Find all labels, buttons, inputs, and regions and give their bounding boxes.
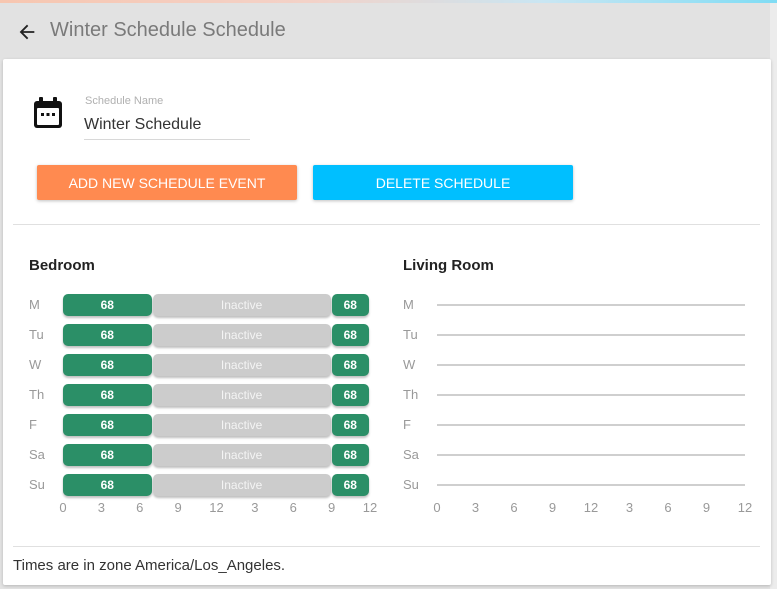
schedule-event-active[interactable]: 68 <box>331 474 369 496</box>
schedule-event-active[interactable]: 68 <box>63 294 152 316</box>
schedule-name-label: Schedule Name <box>85 95 164 107</box>
empty-day-track <box>437 454 745 456</box>
schedule-event-inactive[interactable]: Inactive <box>152 414 331 436</box>
axis-tick-label: 3 <box>251 500 259 515</box>
schedule-event-active[interactable]: 68 <box>63 384 152 406</box>
empty-day-track <box>437 364 745 366</box>
empty-day-track <box>437 424 745 426</box>
schedule-event-active[interactable]: 68 <box>331 294 369 316</box>
timezone-note: Times are in zone America/Los_Angeles. <box>13 557 286 574</box>
schedule-event-inactive[interactable]: Inactive <box>152 354 331 376</box>
day-label: Sa <box>29 447 45 462</box>
schedule-event-active[interactable]: 68 <box>63 474 152 496</box>
day-label: Sa <box>403 447 419 462</box>
delete-schedule-button[interactable]: DELETE SCHEDULE <box>313 165 573 200</box>
day-label: W <box>29 357 42 372</box>
axis-tick-label: 12 <box>737 500 753 515</box>
schedule-event-active[interactable]: 68 <box>331 354 369 376</box>
schedule-event-active[interactable]: 68 <box>331 444 369 466</box>
schedule-event-inactive[interactable]: Inactive <box>152 444 331 466</box>
empty-day-track <box>437 394 745 396</box>
day-label: F <box>29 417 37 432</box>
axis-tick-label: 9 <box>548 500 557 515</box>
room-title: Living Room <box>403 257 494 274</box>
axis-tick-label: 3 <box>471 500 480 515</box>
schedule-event-inactive[interactable]: Inactive <box>152 294 331 316</box>
axis-tick-label: 6 <box>664 500 672 515</box>
arrow-left-icon[interactable] <box>16 21 38 43</box>
empty-day-track <box>437 304 745 306</box>
room-title: Bedroom <box>29 257 95 274</box>
axis-tick-label: 0 <box>59 500 67 515</box>
empty-day-track <box>437 484 745 486</box>
schedule-event-active[interactable]: 68 <box>63 444 152 466</box>
day-label: M <box>403 297 414 312</box>
day-label: F <box>403 417 411 432</box>
axis-tick-label: 9 <box>328 500 336 515</box>
axis-tick-label: 9 <box>702 500 711 515</box>
divider <box>13 224 760 225</box>
schedule-event-inactive[interactable]: Inactive <box>152 474 331 496</box>
axis-tick-label: 9 <box>174 500 182 515</box>
schedule-name-input[interactable]: Winter Schedule <box>84 116 250 140</box>
day-label: Tu <box>29 327 44 342</box>
schedule-event-active[interactable]: 68 <box>63 354 152 376</box>
day-label: Th <box>29 387 45 402</box>
schedule-event-active[interactable]: 68 <box>331 384 369 406</box>
day-label: W <box>403 357 416 372</box>
day-label: Su <box>29 477 45 492</box>
axis-tick-label: 12 <box>209 500 224 515</box>
axis-tick-label: 12 <box>362 500 378 515</box>
day-label: Th <box>403 387 419 402</box>
schedule-event-active[interactable]: 68 <box>63 414 152 436</box>
add-schedule-event-button[interactable]: ADD NEW SCHEDULE EVENT <box>37 165 297 200</box>
axis-tick-label: 12 <box>583 500 599 515</box>
day-label: Su <box>403 477 419 492</box>
schedule-event-active[interactable]: 68 <box>331 324 369 346</box>
divider <box>13 546 760 547</box>
schedule-event-inactive[interactable]: Inactive <box>152 324 331 346</box>
day-label: Tu <box>403 327 418 342</box>
calendar-icon <box>34 97 62 128</box>
schedule-event-active[interactable]: 68 <box>63 324 152 346</box>
schedule-event-inactive[interactable]: Inactive <box>152 384 331 406</box>
app-header: Winter Schedule Schedule <box>0 3 770 58</box>
axis-tick-label: 3 <box>97 500 105 515</box>
axis-tick-label: 3 <box>625 500 634 515</box>
page-title: Winter Schedule Schedule <box>50 19 286 41</box>
scrollbar[interactable] <box>770 3 777 589</box>
schedule-event-active[interactable]: 68 <box>331 414 369 436</box>
axis-tick-label: 6 <box>510 500 518 515</box>
axis-tick-label: 6 <box>136 500 144 515</box>
empty-day-track <box>437 334 745 336</box>
axis-tick-label: 0 <box>433 500 441 515</box>
day-label: M <box>29 297 40 312</box>
axis-tick-label: 6 <box>289 500 297 515</box>
